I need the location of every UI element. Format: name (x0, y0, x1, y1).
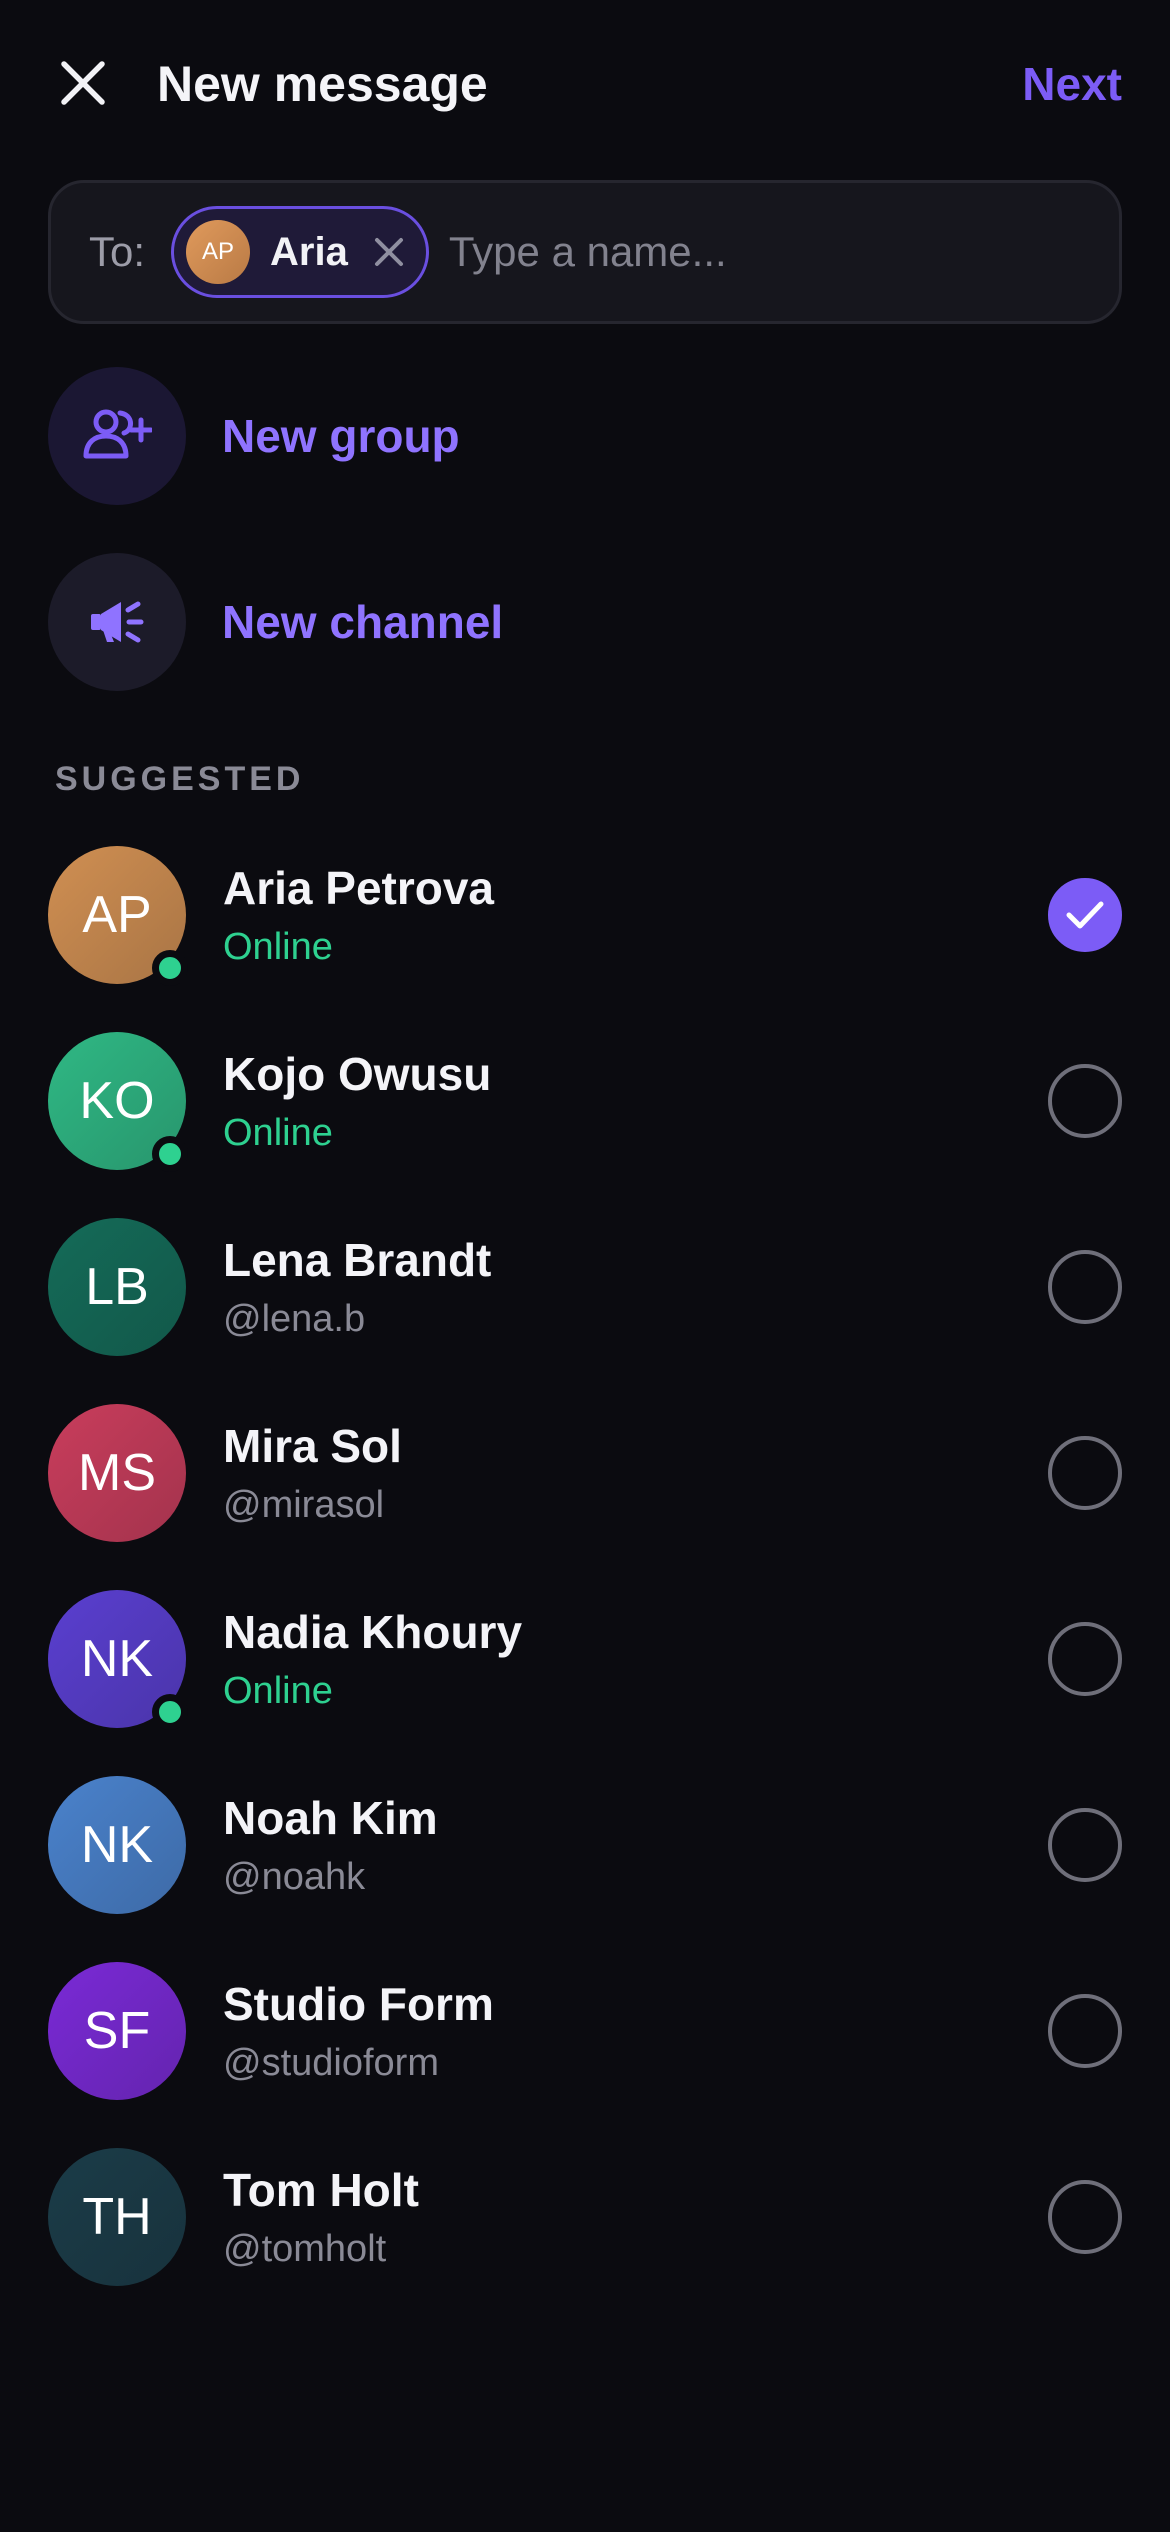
close-icon (374, 238, 403, 266)
contact-text: Tom Holt @tomholt (223, 2161, 1048, 2273)
contact-name: Studio Form (223, 1978, 494, 2030)
new-channel-button[interactable]: New channel (48, 552, 1122, 692)
selected-checkbox[interactable] (1048, 878, 1122, 952)
online-indicator (152, 950, 188, 986)
contact-text: Aria Petrova Online (223, 859, 1048, 971)
contact-name: Lena Brandt (223, 1234, 492, 1286)
contact-name: Noah Kim (223, 1792, 438, 1844)
contact-handle: @studioform (223, 2042, 439, 2084)
online-indicator (152, 1694, 188, 1730)
new-group-label: New group (222, 410, 460, 462)
megaphone-icon (48, 553, 186, 691)
contact-row[interactable]: TH Tom Holt @tomholt (48, 2147, 1122, 2287)
new-group-button[interactable]: New group (48, 366, 1122, 506)
contact-row[interactable]: SF Studio Form @studioform (48, 1961, 1122, 2101)
close-button[interactable] (48, 48, 118, 118)
contact-text: Mira Sol @mirasol (223, 1417, 1048, 1529)
group-add-icon (48, 367, 186, 505)
chip-avatar: AP (186, 220, 251, 284)
avatar: MS (48, 1404, 186, 1542)
next-button[interactable]: Next (1022, 52, 1122, 116)
status-online: Online (223, 926, 333, 968)
contact-name: Aria Petrova (223, 862, 495, 914)
contact-text: Nadia Khoury Online (223, 1603, 1048, 1715)
contact-handle: @tomholt (223, 2228, 387, 2270)
online-indicator (152, 1136, 188, 1172)
close-icon (61, 61, 105, 105)
check-icon (1066, 901, 1104, 929)
chip-name: Aria (270, 229, 348, 274)
contact-row[interactable]: NK Noah Kim @noahk (48, 1775, 1122, 1915)
contact-handle: @noahk (223, 1856, 366, 1898)
contact-row[interactable]: NK Nadia Khoury Online (48, 1589, 1122, 1730)
avatar: NK (48, 1590, 188, 1730)
select-checkbox[interactable] (1048, 1622, 1122, 1696)
contact-handle: @mirasol (223, 1484, 385, 1526)
select-checkbox[interactable] (1048, 1064, 1122, 1138)
contact-text: Studio Form @studioform (223, 1975, 1048, 2087)
select-checkbox[interactable] (1048, 1808, 1122, 1882)
header: New message Next (0, 0, 1170, 170)
to-label: To: (89, 228, 146, 275)
new-channel-label: New channel (222, 596, 504, 648)
avatar: NK (48, 1776, 186, 1914)
avatar: SF (48, 1962, 186, 2100)
select-checkbox[interactable] (1048, 1994, 1122, 2068)
contact-name: Kojo Owusu (223, 1048, 492, 1100)
select-checkbox[interactable] (1048, 1250, 1122, 1324)
name-search-input[interactable] (448, 228, 1119, 276)
select-checkbox[interactable] (1048, 2180, 1122, 2254)
contact-name: Nadia Khoury (223, 1606, 523, 1658)
contact-text: Kojo Owusu Online (223, 1045, 1048, 1157)
avatar: TH (48, 2148, 186, 2286)
avatar: AP (48, 846, 188, 986)
page-title: New message (157, 56, 488, 112)
contact-text: Noah Kim @noahk (223, 1789, 1048, 1901)
contact-name: Mira Sol (223, 1420, 402, 1472)
status-online: Online (223, 1670, 333, 1712)
chip-remove-button[interactable] (370, 233, 408, 271)
recipient-chip[interactable]: AP Aria (171, 206, 429, 298)
recipient-field[interactable]: To: AP Aria (48, 180, 1122, 324)
contact-row[interactable]: MS Mira Sol @mirasol (48, 1403, 1122, 1543)
avatar: KO (48, 1032, 188, 1172)
status-online: Online (223, 1112, 333, 1154)
select-checkbox[interactable] (1048, 1436, 1122, 1510)
contact-name: Tom Holt (223, 2164, 419, 2216)
contact-row[interactable]: AP Aria Petrova Online (48, 845, 1122, 986)
avatar: LB (48, 1218, 186, 1356)
contact-handle: @lena.b (223, 1298, 366, 1340)
contact-row[interactable]: LB Lena Brandt @lena.b (48, 1217, 1122, 1357)
contact-text: Lena Brandt @lena.b (223, 1231, 1048, 1343)
section-heading-suggested: SUGGESTED (55, 760, 305, 798)
contact-row[interactable]: KO Kojo Owusu Online (48, 1031, 1122, 1172)
